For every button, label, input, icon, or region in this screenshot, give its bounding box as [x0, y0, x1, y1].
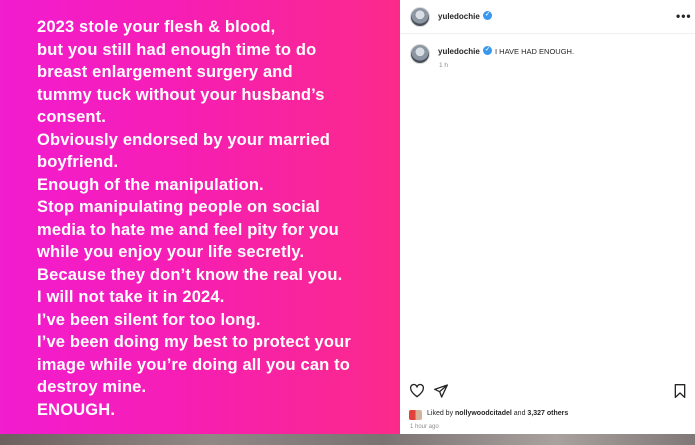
post-line: I will not take it in 2024. [37, 288, 225, 306]
post-line: media to hate me and feel pity for you [37, 220, 339, 239]
post-image[interactable]: 2023 stole your flesh & blood, but you s… [0, 0, 400, 434]
post-sidebar: yuledochie ✓ ••• yuledochie ✓ I HAVE HAD… [400, 0, 695, 434]
post-line: consent. [37, 108, 107, 126]
post-line: image while you’re doing all you can to [37, 355, 350, 374]
post-line: Because they don’t know the real you. [37, 265, 343, 284]
post-line: breast enlargement surgery and [37, 63, 293, 81]
likes-summary[interactable]: Liked by nollywoodcitadel and 3,327 othe… [427, 410, 568, 417]
likes-middle: and [513, 410, 526, 417]
likes-count[interactable]: 3,327 others [527, 410, 568, 417]
post-timestamp[interactable]: 1 hour ago [410, 424, 439, 430]
post-line: I’ve been silent for too long. [37, 310, 261, 329]
post-line: but you still had enough time to do [37, 40, 317, 59]
likes-prefix: Liked by [427, 410, 454, 417]
caption-text: I HAVE HAD ENOUGH. [495, 47, 575, 56]
post-line: destroy mine. [37, 378, 147, 396]
caption-timestamp[interactable]: 1 h [439, 62, 448, 69]
post-line: ENOUGH. [37, 400, 116, 419]
post-line: while you enjoy your life secretly. [37, 243, 305, 261]
header-username[interactable]: yuledochie [438, 12, 480, 21]
liked-by-avatars[interactable] [409, 410, 422, 420]
verified-badge-icon: ✓ [483, 11, 492, 20]
background-strip [0, 434, 695, 445]
caption-avatar[interactable] [410, 44, 430, 64]
post-line: Stop manipulating people on social [37, 198, 320, 216]
post-line: Obviously endorsed by your married [37, 130, 331, 149]
action-bar [400, 380, 695, 402]
post-line: Enough of the manipulation. [37, 175, 264, 194]
post-line: tummy tuck without your husband’s [37, 85, 325, 104]
post-line: boyfriend. [37, 153, 119, 171]
share-icon[interactable] [433, 383, 449, 399]
verified-badge-icon: ✓ [483, 46, 492, 55]
post-header: yuledochie ✓ ••• [400, 0, 695, 34]
likes-user[interactable]: nollywoodcitadel [455, 410, 512, 417]
more-options-button[interactable]: ••• [676, 9, 692, 23]
caption-username[interactable]: yuledochie [438, 47, 480, 56]
post-line: I’ve been doing my best to protect your [37, 333, 351, 351]
post-image-text: 2023 stole your flesh & blood, but you s… [37, 16, 397, 421]
heart-icon[interactable] [409, 383, 425, 399]
bookmark-icon[interactable] [673, 383, 687, 399]
avatar[interactable] [410, 7, 430, 27]
post-line: 2023 stole your flesh & blood, [37, 18, 276, 36]
